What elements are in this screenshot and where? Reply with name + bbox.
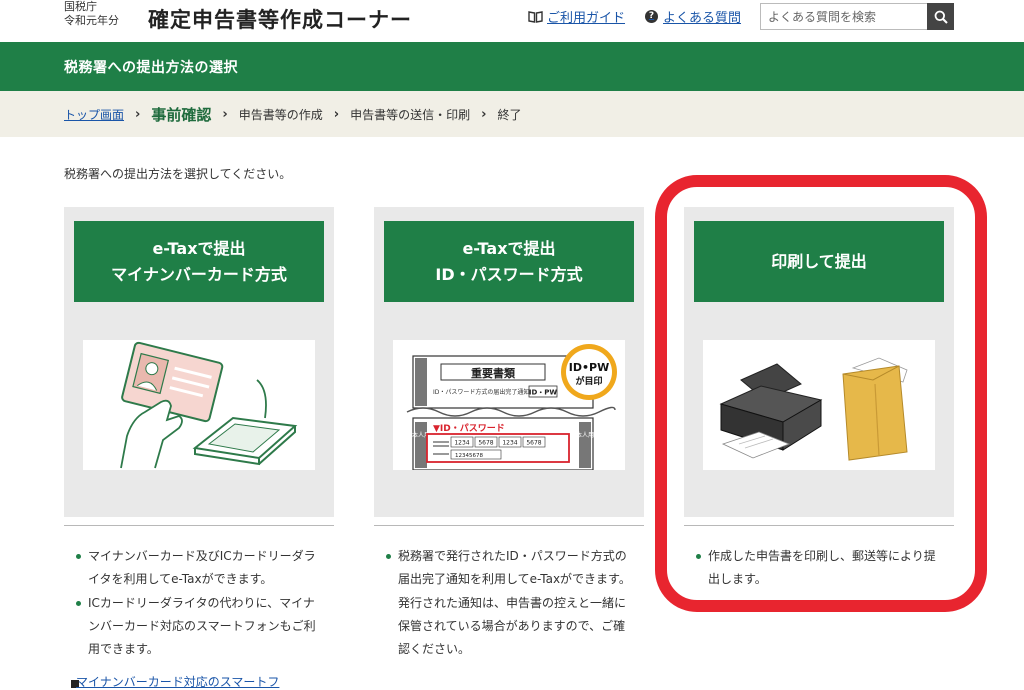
card-divider <box>64 525 334 526</box>
book-icon <box>528 10 543 23</box>
page-title: 税務署への提出方法の選択 <box>64 60 238 76</box>
mynumber-card-illustration <box>83 340 315 470</box>
page-title-bar: 税務署への提出方法の選択 <box>0 42 1024 91</box>
mynumber-description: マイナンバーカード及びICカードリーダライタを利用してe-Taxができます。 I… <box>74 545 324 662</box>
card-divider <box>684 525 954 526</box>
guide-link[interactable]: ご利用ガイド <box>528 7 625 26</box>
faq-link-label: よくある質問 <box>663 11 742 26</box>
option-card-mynumber: e-Taxで提出 マイナンバーカード方式 <box>64 207 334 517</box>
printer-envelope-illustration <box>703 340 935 470</box>
search-button[interactable] <box>927 3 954 30</box>
smartphone-info-link[interactable]: マイナンバーカード対応のスマートフ <box>76 673 279 690</box>
envelope-icon <box>842 357 908 461</box>
notice-text: ID・パスワード方式の届出完了通知 <box>433 388 529 396</box>
breadcrumb-chevron-icon: › <box>222 106 228 122</box>
document-icon: 重要書類 ID・パスワード方式の届出完了通知 ID・PW 本人用 本人用 ▼ID… <box>393 340 625 470</box>
etax-idpw-button[interactable]: e-Taxで提出 ID・パスワード方式 <box>384 221 634 302</box>
option-card-idpw: e-Taxで提出 ID・パスワード方式 重要書類 ID・パスワード方式の届出完了… <box>374 207 644 517</box>
pw-label: ▼ID・パスワード <box>433 422 505 434</box>
search-icon <box>934 10 948 24</box>
breadcrumb-chevron-icon: › <box>135 106 141 122</box>
breadcrumb-chevron-icon: › <box>481 106 487 122</box>
card-divider <box>374 525 644 526</box>
id-pw-tag: ID・PW <box>529 389 558 397</box>
id-code: 1234 <box>454 440 469 447</box>
option-card-print: 印刷して提出 <box>684 207 954 517</box>
print-description: 作成した申告書を印刷し、郵送等により提出します。 <box>694 545 944 592</box>
breadcrumb-step: 申告書等の送信・印刷 <box>350 107 471 122</box>
id-number: 12345678 <box>455 453 483 459</box>
badge-text: が目印 <box>575 375 602 387</box>
description-bullet: マイナンバーカード及びICカードリーダライタを利用してe-Taxができます。 <box>74 545 324 591</box>
printer-icon <box>719 357 908 461</box>
description-bullet: 税務署で発行されたID・パスワード方式の届出完了通知を利用してe-Taxができま… <box>384 545 634 591</box>
instruction-text: 税務署への提出方法を選択してください。 <box>64 167 292 181</box>
breadcrumb-step: 申告書等の作成 <box>238 107 323 122</box>
side-label: 本人用 <box>576 431 594 439</box>
id-code: 1234 <box>502 440 517 447</box>
description-note: 発行された通知は、申告書の控えと一緒に保管されている場合がありますので、ご確認く… <box>398 596 627 656</box>
etax-mynumber-button[interactable]: e-Taxで提出 マイナンバーカード方式 <box>74 221 324 302</box>
id-code: 5678 <box>526 440 541 447</box>
question-icon: ? <box>645 10 658 23</box>
description-bullet: ICカードリーダライタの代わりに、マイナンバーカード対応のスマートフォンもご利用… <box>74 592 324 661</box>
site-header: 国税庁 令和元年分 確定申告書等作成コーナー ご利用ガイド ? よくある質問 <box>0 0 1024 42</box>
site-title[interactable]: 確定申告書等作成コーナー <box>148 4 412 34</box>
id-code: 5678 <box>478 440 493 447</box>
breadcrumb-step: 終了 <box>497 107 522 122</box>
faq-search-input[interactable] <box>760 3 927 30</box>
card-reader-icon <box>120 341 298 469</box>
doc-title: 重要書類 <box>471 366 516 380</box>
agency-name: 国税庁 <box>64 0 97 13</box>
faq-link[interactable]: ? よくある質問 <box>645 7 741 26</box>
breadcrumb-chevron-icon: › <box>333 106 340 122</box>
idpw-notice-illustration: 重要書類 ID・パスワード方式の届出完了通知 ID・PW 本人用 本人用 ▼ID… <box>393 340 625 470</box>
description-bullet: 作成した申告書を印刷し、郵送等により提出します。 <box>694 545 944 591</box>
badge-text: ID•PW <box>569 361 609 374</box>
guide-link-label: ご利用ガイド <box>547 11 626 26</box>
idpw-description: 税務署で発行されたID・パスワード方式の届出完了通知を利用してe-Taxができま… <box>384 545 634 661</box>
breadcrumb-current-step: 事前確認 <box>151 105 212 124</box>
breadcrumb-top-link[interactable]: トップ画面 <box>64 106 124 123</box>
breadcrumb: トップ画面 › 事前確認 › 申告書等の作成 › 申告書等の送信・印刷 › 終了 <box>0 91 1024 137</box>
agency-label: 国税庁 令和元年分 <box>64 0 119 28</box>
tax-year: 令和元年分 <box>64 14 119 27</box>
print-submit-button[interactable]: 印刷して提出 <box>694 221 944 302</box>
